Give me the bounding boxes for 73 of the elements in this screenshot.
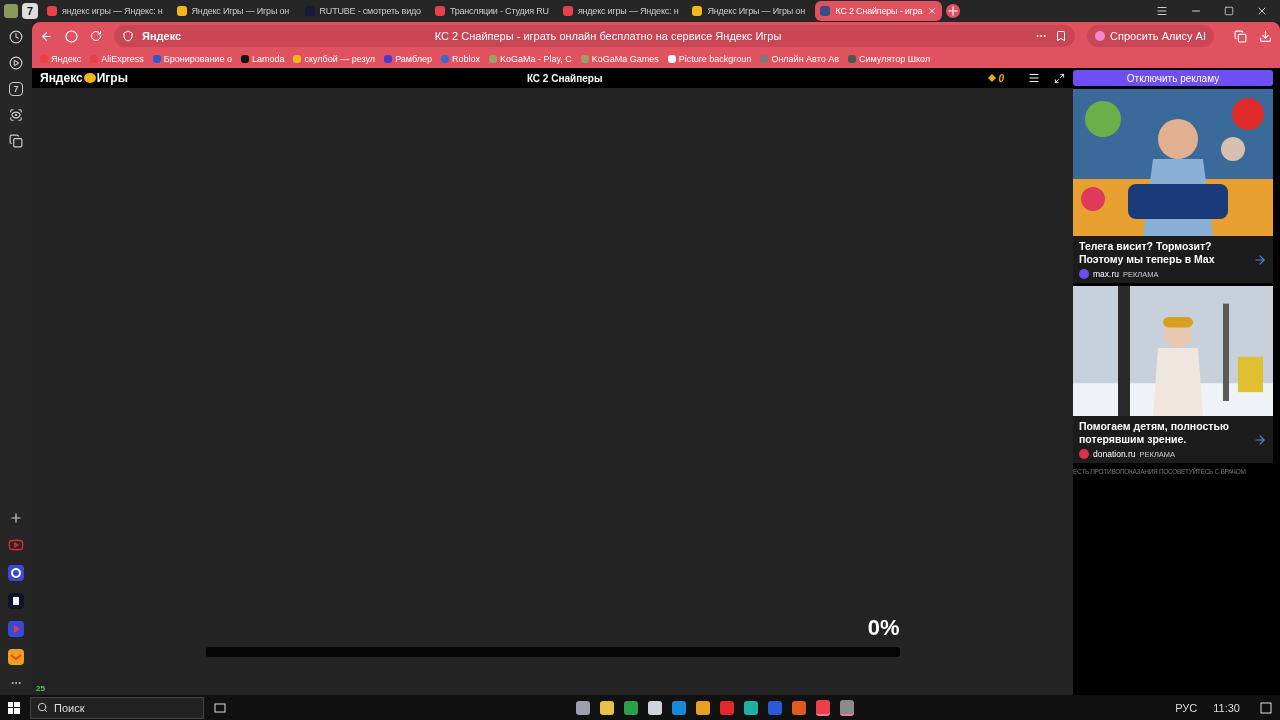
site-logo[interactable]: Яндекс Игры	[40, 71, 128, 85]
taskbar-app-icon[interactable]	[648, 700, 662, 715]
download-icon[interactable]	[1259, 29, 1272, 43]
taskbar-app-icon[interactable]	[816, 699, 830, 716]
notification-icon[interactable]	[1260, 701, 1272, 714]
game-title: КС 2 Снайперы	[526, 72, 603, 84]
task-view-icon[interactable]	[214, 701, 226, 714]
clock[interactable]: 11:30	[1213, 701, 1240, 714]
bookmark-link[interactable]: KoGaMa Games	[580, 54, 659, 64]
start-icon[interactable]	[8, 701, 20, 714]
play-icon[interactable]	[9, 56, 23, 70]
bookmark-link[interactable]: AliExpress	[90, 54, 144, 64]
search-icon	[37, 702, 48, 713]
bookmark-link[interactable]: Lamoda	[240, 54, 285, 64]
badge-count: 25	[36, 684, 45, 693]
bookmark-link[interactable]: Roblox	[440, 54, 480, 64]
new-tab-icon[interactable]	[946, 4, 961, 18]
browser-tab[interactable]: КС 2 Снайперы - игра	[815, 1, 943, 21]
bookmark-link[interactable]: Онлайн Авто Ав	[760, 54, 839, 64]
site-name: Яндекс	[142, 30, 182, 42]
app-icon[interactable]	[8, 565, 24, 581]
collections-icon[interactable]	[9, 134, 23, 148]
ad-headline[interactable]: Помогаем детям, полностью потерявшим зрение.	[1079, 420, 1249, 446]
browser-tab[interactable]: RUTUBE - смотреть видо	[299, 1, 426, 21]
language-indicator[interactable]: РУС	[1175, 701, 1198, 714]
bookmark-link[interactable]: скулбой — резул	[293, 54, 376, 64]
video-icon[interactable]	[8, 537, 24, 553]
screenshot-icon[interactable]	[9, 108, 23, 122]
history-icon[interactable]	[9, 30, 23, 44]
taskbar-app-icon[interactable]	[576, 700, 590, 715]
fullscreen-icon[interactable]	[1054, 72, 1065, 84]
ad-domain[interactable]: max.ru	[1093, 269, 1119, 279]
close-icon[interactable]	[1256, 5, 1268, 17]
taskbar-app-icon[interactable]	[624, 700, 638, 715]
browser-tab[interactable]: Яндекс Игры — Игры он	[687, 1, 812, 21]
menu-icon[interactable]	[1156, 5, 1168, 17]
reload-icon[interactable]	[90, 30, 102, 42]
taskbar-app-icon[interactable]	[600, 700, 614, 715]
coin-icon	[988, 74, 997, 82]
maximize-icon[interactable]	[1224, 6, 1234, 16]
bookmark-link[interactable]: Яндекс	[40, 54, 82, 64]
mail-icon[interactable]	[8, 649, 24, 665]
bookmark-link[interactable]: Симулятор Школ	[848, 54, 931, 64]
disable-ads-button[interactable]: Отключить рекламу	[1073, 70, 1273, 86]
taskbar-app-icon[interactable]	[696, 700, 710, 715]
bookmark-link[interactable]: Рамблер	[384, 54, 432, 64]
bookmark-icon[interactable]	[1055, 30, 1068, 42]
page-title: КС 2 Снайперы - играть онлайн бесплатно на сервисе Яндекс Игры	[433, 30, 783, 42]
browser-tab[interactable]: яндекс игры — Яндекс: н	[557, 1, 684, 21]
assistant-button[interactable]: Спросить Алису AI	[1087, 25, 1214, 47]
bookmark-link[interactable]: Picture backgroun	[667, 54, 752, 64]
loading-percent: 0%	[866, 615, 900, 641]
taskbar-app-icon[interactable]	[672, 700, 686, 715]
address-bar[interactable]: Яндекс КС 2 Снайперы - играть онлайн бесплатно на сервисе Яндекс Игры	[114, 25, 1076, 47]
ad-domain[interactable]: donation.ru	[1093, 449, 1136, 459]
shield-icon	[122, 30, 134, 42]
tab-counter[interactable]: 7	[9, 82, 23, 96]
taskbar-app-icon[interactable]	[840, 699, 854, 716]
browser-tab[interactable]: яндекс игры — Яндекс: н	[42, 1, 168, 21]
coin-count: 0	[998, 72, 1004, 84]
menu-icon[interactable]	[1028, 72, 1040, 84]
back-icon[interactable]	[40, 29, 53, 43]
bookmark-link[interactable]: Бронирование о	[152, 54, 232, 64]
tab-counter[interactable]: 7	[22, 3, 38, 19]
search-field[interactable]: Поиск	[30, 696, 204, 719]
assistant-icon	[1095, 31, 1106, 41]
browser-tab[interactable]: Трансляции - Студия RU	[429, 1, 554, 21]
ad-headline[interactable]: Телега висит? Тормозит? Поэтому мы теперь в Max	[1079, 240, 1249, 266]
taskbar-app-icon[interactable]	[744, 700, 758, 715]
add-icon[interactable]	[9, 511, 23, 525]
browser-tab[interactable]: Яндекс Игры — Игры он	[171, 1, 296, 21]
bookmark-link[interactable]: KoGaMa - Play, C	[488, 54, 572, 64]
app-icon[interactable]	[8, 593, 24, 609]
